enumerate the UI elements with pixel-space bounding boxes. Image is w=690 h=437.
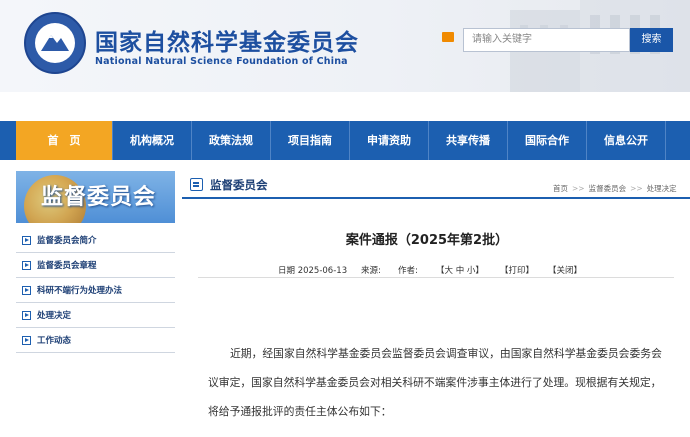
article-body: 近期，经国家自然科学基金委员会监督委员会调查审议，由国家自然科学基金委员会委务会…: [208, 347, 662, 418]
sidebar-item-intro[interactable]: 监督委员会简介: [16, 228, 175, 253]
nsfc-logo[interactable]: 1986: [24, 12, 86, 74]
arrow-box-icon: [22, 285, 31, 295]
search-input[interactable]: 请输入关键字: [463, 28, 630, 52]
org-name-cn: 国家自然科学基金委员会: [95, 30, 359, 56]
logo-year: 1986: [49, 45, 61, 50]
sidebar-banner-title: 监督委员会: [41, 185, 157, 210]
meta-source: 来源:: [361, 266, 381, 276]
document-icon: [190, 178, 203, 191]
breadcrumb-current[interactable]: 处理决定: [647, 184, 677, 193]
sidebar-item-label: 工作动态: [37, 336, 72, 346]
article-title: 案件通报（2025年第2批）: [345, 233, 509, 248]
nav-spacer: [0, 121, 16, 160]
sidebar-item-label: 监督委员会简介: [37, 236, 97, 246]
section-title: 监督委员会: [210, 178, 268, 192]
site-header: 1986 国家自然科学基金委员会 National Natural Scienc…: [0, 0, 690, 92]
nav-item-disclosure[interactable]: 信息公开: [587, 121, 666, 160]
breadcrumb-section[interactable]: 监督委员会: [589, 184, 627, 193]
meta-date: 日期 2025-06-13: [278, 266, 348, 276]
arrow-box-icon: [22, 335, 31, 345]
print-link[interactable]: 【打印】: [500, 264, 534, 276]
sidebar-item-label: 科研不端行为处理办法: [37, 286, 123, 296]
org-name-en: National Natural Science Foundation of C…: [95, 56, 348, 67]
sidebar-item-misconduct-rules[interactable]: 科研不端行为处理办法: [16, 278, 175, 303]
arrow-box-icon: [22, 260, 31, 270]
main-nav: 首 页 机构概况 政策法规 项目指南 申请资助 共享传播 国际合作 信息公开: [0, 121, 690, 160]
nav-item-guide[interactable]: 项目指南: [271, 121, 350, 160]
search-button[interactable]: 搜索: [630, 28, 673, 52]
nav-item-international[interactable]: 国际合作: [508, 121, 587, 160]
meta-author: 作者:: [398, 266, 418, 276]
nav-item-apply[interactable]: 申请资助: [350, 121, 429, 160]
sidebar-item-label: 处理决定: [37, 311, 72, 321]
breadcrumb-separator: >>: [630, 184, 643, 193]
sidebar-menu: 监督委员会简介 监督委员会章程 科研不端行为处理办法 处理决定 工作动态: [16, 228, 175, 353]
font-size-toggle[interactable]: 【大 中 小】: [436, 264, 484, 276]
close-link[interactable]: 【关闭】: [548, 264, 582, 276]
nav-item-home[interactable]: 首 页: [16, 121, 113, 160]
sidebar-item-label: 监督委员会章程: [37, 261, 97, 271]
breadcrumb: 首页 >> 监督委员会 >> 处理决定: [553, 183, 677, 194]
breadcrumb-home[interactable]: 首页: [553, 184, 568, 193]
sidebar-item-charter[interactable]: 监督委员会章程: [16, 253, 175, 278]
article-meta: 日期 2025-06-13 来源: 作者: 【大 中 小】 【打印】 【关闭】: [198, 258, 674, 278]
nav-item-share[interactable]: 共享传播: [429, 121, 508, 160]
sidebar-banner: 监督委员会: [16, 171, 175, 223]
sidebar-item-decisions[interactable]: 处理决定: [16, 303, 175, 328]
nav-item-policy[interactable]: 政策法规: [192, 121, 271, 160]
nav-item-about[interactable]: 机构概况: [113, 121, 192, 160]
sidebar-item-news[interactable]: 工作动态: [16, 328, 175, 353]
arrow-box-icon: [22, 310, 31, 320]
search-badge-icon: [442, 32, 454, 42]
breadcrumb-separator: >>: [572, 184, 585, 193]
arrow-box-icon: [22, 235, 31, 245]
